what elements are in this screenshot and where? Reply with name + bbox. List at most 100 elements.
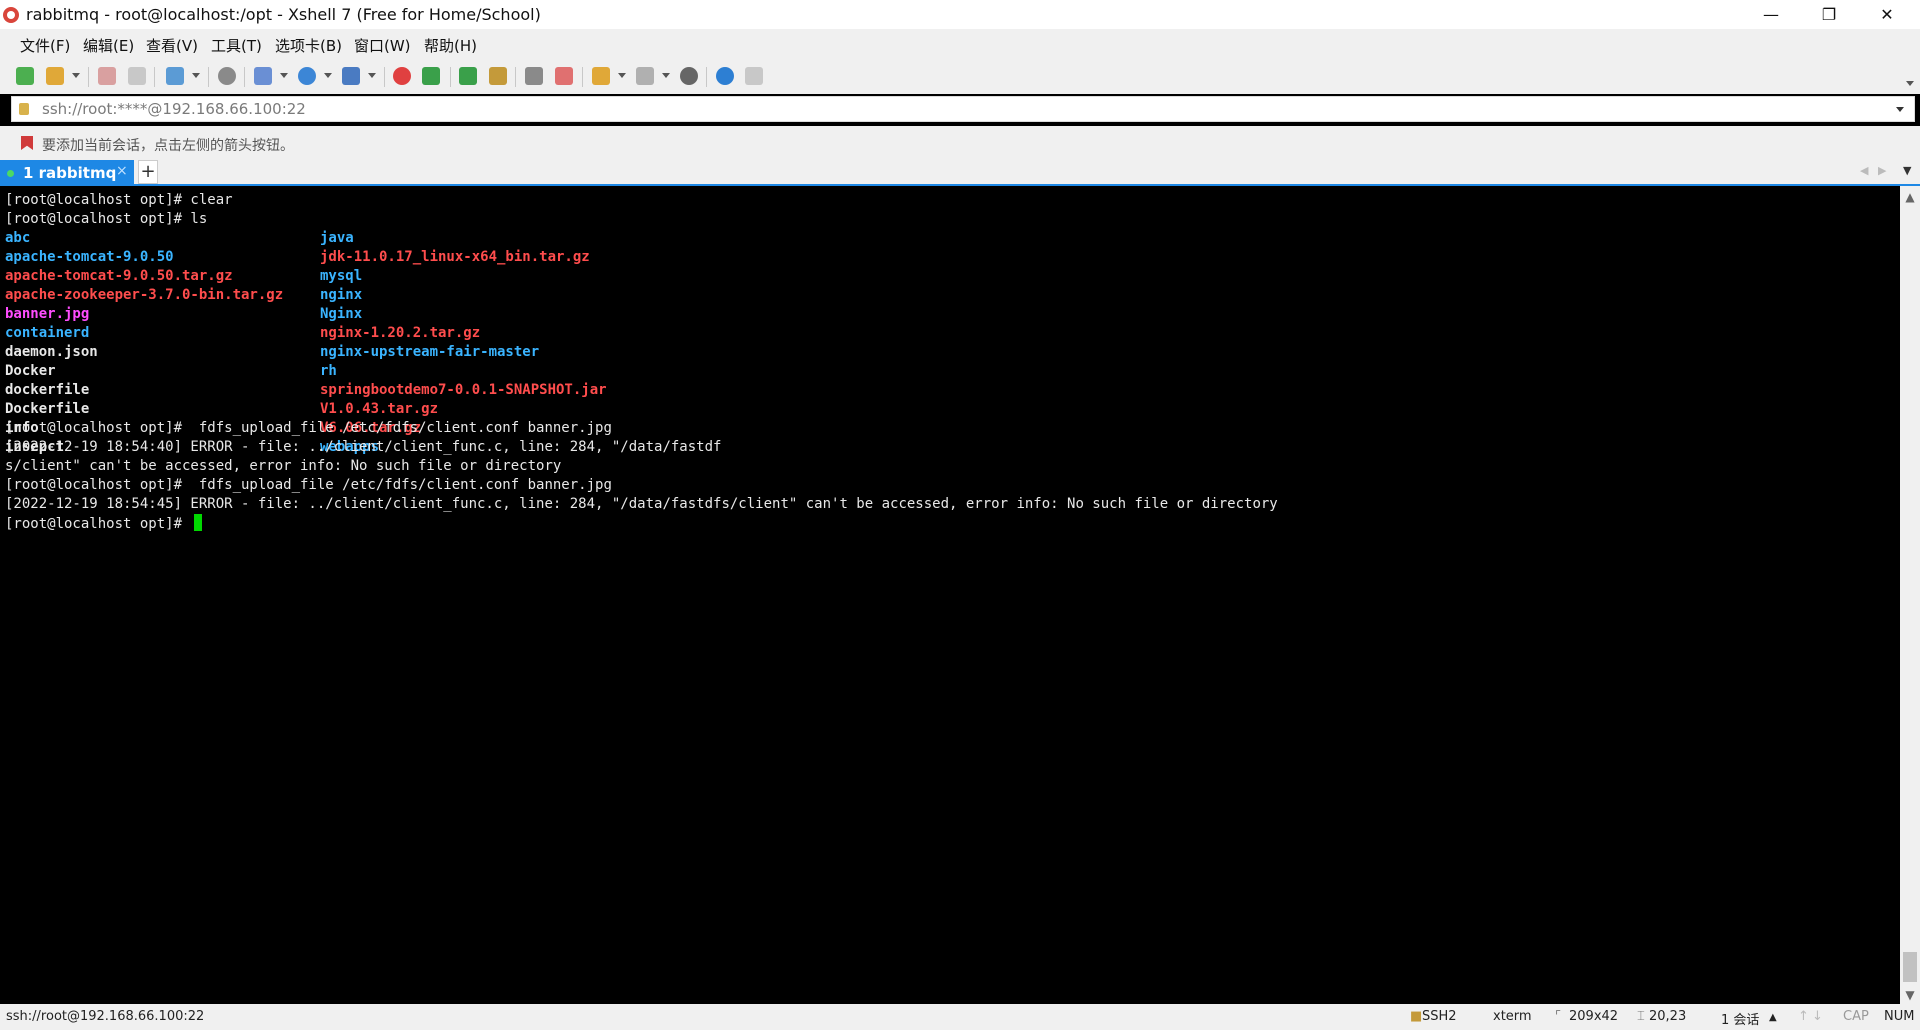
toolbar-divider <box>450 67 451 87</box>
upload-arrow-icon: ↑ <box>1798 1009 1809 1024</box>
menu-file[interactable]: 文件(F) <box>20 35 70 56</box>
terminal-prompt-line: [root@localhost opt]# <box>5 514 203 534</box>
address-input[interactable]: ssh://root:****@192.168.66.100:22 <box>42 100 306 118</box>
bookmark-icon[interactable] <box>21 136 33 150</box>
menu-help[interactable]: 帮助(H) <box>424 35 477 56</box>
toolbar <box>0 59 1920 94</box>
address-bar[interactable]: ssh://root:****@192.168.66.100:22 <box>11 96 1915 122</box>
tab-label: 1 rabbitmq <box>23 164 117 182</box>
terminal-line: [root@localhost opt]# fdfs_upload_file /… <box>5 420 612 436</box>
tab-rabbitmq[interactable]: 1 rabbitmq × <box>0 160 134 186</box>
terminal-size-icon: ⌜ <box>1555 1009 1562 1024</box>
tab-next-icon[interactable]: ▶ <box>1878 164 1886 177</box>
open-folder-icon[interactable] <box>46 67 64 85</box>
close-button[interactable]: ✕ <box>1864 0 1910 29</box>
chat-icon[interactable] <box>745 67 763 85</box>
terminal-scrollbar[interactable]: ▲ ▼ <box>1900 186 1920 1004</box>
toolbar-divider <box>384 67 385 87</box>
menu-edit[interactable]: 编辑(E) <box>83 35 134 56</box>
terminal-output[interactable]: [root@localhost opt]# clear [root@localh… <box>0 186 1900 1004</box>
toolbar-divider <box>515 67 516 87</box>
transfer-dropdown-icon[interactable] <box>618 73 626 78</box>
scroll-up-icon[interactable]: ▲ <box>1900 190 1920 204</box>
menu-tabs[interactable]: 选项卡(B) <box>275 35 342 56</box>
tab-list-icon[interactable]: ▼ <box>1903 164 1911 177</box>
search-icon[interactable] <box>218 67 236 85</box>
file-entry: containerd <box>5 325 90 341</box>
menu-window[interactable]: 窗口(W) <box>354 35 411 56</box>
terminal-prompt: [root@localhost opt]# <box>5 516 191 532</box>
sessions-up-icon[interactable]: ▲ <box>1769 1012 1777 1023</box>
window-title: rabbitmq - root@localhost:/opt - Xshell … <box>26 5 541 24</box>
status-terminal-size: 209x42 <box>1569 1009 1619 1024</box>
status-terminal-type: xterm <box>1493 1009 1532 1024</box>
toolbar-divider <box>706 67 707 87</box>
disconnect-icon[interactable] <box>128 67 146 85</box>
restore-button[interactable]: ❐ <box>1806 0 1852 29</box>
status-bar: ssh://root@192.168.66.100:22 ■ SSH2 xter… <box>0 1004 1920 1030</box>
layout-dropdown-icon[interactable] <box>662 73 670 78</box>
new-tab-button[interactable]: + <box>138 160 158 184</box>
terminal-line: [2022-12-19 18:54:40] ERROR - file: ../c… <box>5 439 722 455</box>
globe-dropdown-icon[interactable] <box>324 73 332 78</box>
font-dropdown-icon[interactable] <box>368 73 376 78</box>
reconnect-dropdown-icon[interactable] <box>192 73 200 78</box>
terminal-line: [root@localhost opt]# ls <box>5 211 208 227</box>
toolbar-divider <box>154 67 155 87</box>
file-entry: apache-tomcat-9.0.50.tar.gz <box>5 268 233 284</box>
toolbar-overflow-icon[interactable] <box>1906 81 1914 86</box>
lock-icon[interactable] <box>489 67 507 85</box>
file-entry: banner.jpg <box>5 306 90 322</box>
terminal-cursor <box>194 514 203 531</box>
lock-icon <box>19 103 29 115</box>
properties-icon[interactable] <box>254 67 272 85</box>
transfer-icon[interactable] <box>592 67 610 85</box>
globe-icon[interactable] <box>298 67 316 85</box>
session-hint-bar: 要添加当前会话，点击左侧的箭头按钮。 <box>0 126 1920 158</box>
menu-view[interactable]: 查看(V) <box>146 35 198 56</box>
scroll-down-icon[interactable]: ▼ <box>1900 988 1920 1002</box>
reconnect-icon[interactable] <box>166 67 184 85</box>
minimize-button[interactable]: — <box>1748 0 1794 29</box>
file-entry: abc <box>5 230 31 246</box>
keyboard-icon[interactable] <box>525 67 543 85</box>
scrollbar-thumb[interactable] <box>1903 952 1917 982</box>
menu-tools[interactable]: 工具(T) <box>211 35 262 56</box>
menu-bar: 文件(F) 编辑(E) 查看(V) 工具(T) 选项卡(B) 窗口(W) 帮助(… <box>0 29 1920 59</box>
num-lock-indicator: NUM <box>1884 1009 1915 1024</box>
tab-prev-icon[interactable]: ◀ <box>1860 164 1868 177</box>
gear-icon[interactable] <box>680 67 698 85</box>
open-dropdown-icon[interactable] <box>72 73 80 78</box>
connect-icon[interactable] <box>98 67 116 85</box>
file-entry: nginx-1.20.2.tar.gz <box>320 325 481 341</box>
cursor-position-icon: ⌶ <box>1637 1009 1645 1024</box>
xshell-logo-icon <box>3 7 19 23</box>
file-entry: Docker <box>5 363 56 379</box>
xftp-icon[interactable] <box>393 67 411 85</box>
xmanager-icon[interactable] <box>422 67 440 85</box>
status-cursor-position: 20,23 <box>1649 1009 1687 1024</box>
properties-dropdown-icon[interactable] <box>280 73 288 78</box>
new-session-icon[interactable] <box>16 67 34 85</box>
status-sessions[interactable]: 1 会话 <box>1721 1009 1759 1028</box>
file-entry: nginx-upstream-fair-master <box>320 344 540 360</box>
fullscreen-icon[interactable] <box>459 67 477 85</box>
script-icon[interactable] <box>555 67 573 85</box>
help-icon[interactable] <box>716 67 734 85</box>
file-entry: mysql <box>320 268 363 284</box>
address-dropdown-icon[interactable] <box>1896 107 1904 112</box>
file-entry: springbootdemo7-0.0.1-SNAPSHOT.jar <box>320 382 607 398</box>
layout-icon[interactable] <box>636 67 654 85</box>
file-entry: apache-zookeeper-3.7.0-bin.tar.gz <box>5 287 284 303</box>
file-entry: nginx <box>320 287 363 303</box>
hint-text: 要添加当前会话，点击左侧的箭头按钮。 <box>42 138 294 154</box>
status-protocol: SSH2 <box>1422 1009 1457 1024</box>
file-entry: jdk-11.0.17_linux-x64_bin.tar.gz <box>320 249 590 265</box>
file-entry: Dockerfile <box>5 401 90 417</box>
title-bar: rabbitmq - root@localhost:/opt - Xshell … <box>0 0 1920 29</box>
file-entry: java <box>320 230 354 246</box>
toolbar-divider <box>244 67 245 87</box>
font-icon[interactable] <box>342 67 360 85</box>
tab-close-icon[interactable]: × <box>116 163 128 179</box>
caps-lock-indicator: CAP <box>1843 1009 1869 1024</box>
